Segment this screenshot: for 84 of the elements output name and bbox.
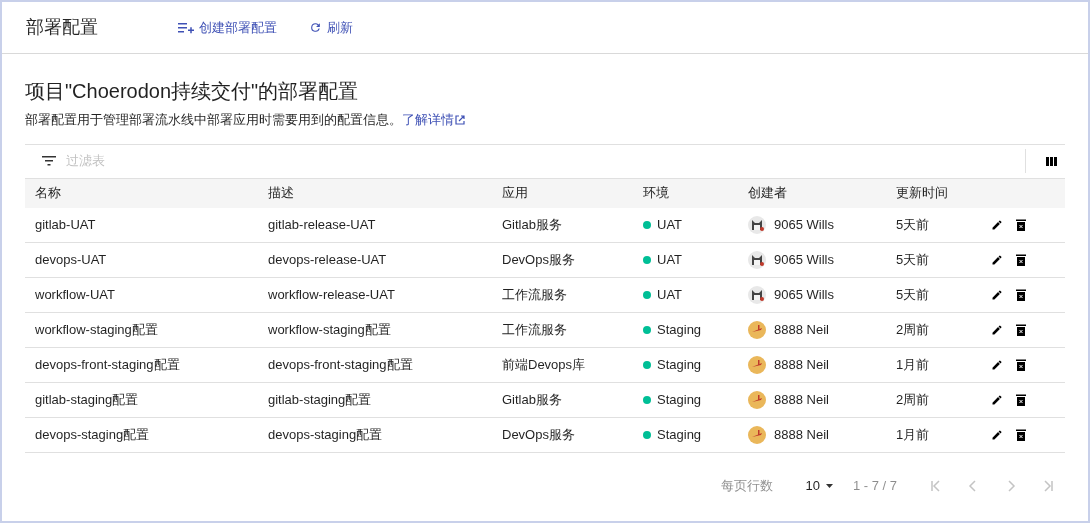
filter-icon [42, 156, 56, 166]
table-cell-text: workflow-release-UAT [267, 285, 396, 304]
table-cell-text: DevOps服务 [501, 425, 576, 444]
table-cell-text: gitlab-release-UAT [267, 215, 377, 234]
table-cell-text: 9065 Wills [774, 250, 834, 269]
column-header: 创建者 [747, 184, 788, 203]
table-cell-text: 工作流服务 [501, 285, 568, 304]
column-header: 更新时间 [895, 184, 949, 203]
refresh-icon [309, 21, 322, 34]
table-cell-text: workflow-staging配置 [34, 320, 159, 339]
table-cell-text: 8888 Neil [774, 425, 829, 444]
table-cell-text: DevOps服务 [501, 250, 576, 269]
refresh-button[interactable]: 刷新 [307, 17, 355, 38]
delete-icon[interactable] [1016, 358, 1026, 371]
table-cell-text: 5天前 [895, 285, 931, 304]
external-link-icon [455, 114, 465, 125]
description-text: 部署配置用于管理部署流水线中部署应用时需要用到的配置信息。 [25, 111, 402, 129]
table-cell-text: 5天前 [895, 215, 931, 234]
table-cell-text: Staging [657, 355, 702, 374]
create-button[interactable]: 创建部署配置 [176, 17, 279, 38]
edit-icon[interactable] [991, 218, 1003, 231]
column-header: 名称 [34, 184, 62, 203]
table-cell-text: 8888 Neil [774, 355, 829, 374]
delete-icon[interactable] [1016, 428, 1026, 441]
table-cell-text: 9065 Wills [774, 215, 834, 234]
table-cell-text: workflow-UAT [34, 285, 116, 304]
caret-icon [825, 483, 833, 488]
delete-icon[interactable] [1016, 393, 1026, 406]
edit-icon[interactable] [991, 428, 1003, 441]
table-cell-text: devops-release-UAT [267, 250, 388, 269]
table-cell-text: Gitlab服务 [501, 215, 563, 234]
page-title: 部署配置 [26, 16, 99, 39]
table-cell-text: devops-front-staging配置 [267, 355, 414, 374]
table-cell-text: 5天前 [895, 250, 931, 269]
table-cell-text: Gitlab服务 [501, 390, 563, 409]
edit-icon[interactable] [991, 393, 1003, 406]
avatar-icon [748, 390, 766, 409]
table-cell-text: gitlab-staging配置 [267, 390, 373, 409]
rows-per-page-label: 每页行数 [721, 476, 774, 495]
table-cell-text: 工作流服务 [501, 320, 568, 339]
table-cell-text: 8888 Neil [774, 390, 829, 409]
learn-more-link[interactable]: 了解详情 [402, 110, 454, 130]
edit-icon[interactable] [991, 253, 1003, 266]
table-cell-text: Staging [657, 390, 702, 409]
table-cell-text: 2周前 [895, 320, 931, 339]
table-cell-text: UAT [657, 215, 683, 234]
table-cell-text: gitlab-staging配置 [34, 390, 140, 409]
add-list-icon [178, 21, 194, 34]
edit-icon[interactable] [991, 358, 1003, 371]
avatar-icon [748, 355, 766, 374]
table-cell-text: 前端Devops库 [501, 355, 587, 374]
delete-icon[interactable] [1016, 323, 1026, 336]
table-cell-text: devops-UAT [34, 250, 108, 269]
page-range: 1 - 7 / 7 [852, 476, 897, 495]
delete-icon[interactable] [1016, 288, 1026, 301]
edit-icon[interactable] [991, 288, 1003, 301]
table-cell-text: 8888 Neil [774, 320, 829, 339]
delete-icon[interactable] [1016, 253, 1026, 266]
table-cell-text: UAT [657, 250, 683, 269]
table-cell-text: Staging [657, 320, 702, 339]
column-header: 描述 [267, 184, 295, 203]
table-cell-text: gitlab-UAT [34, 215, 97, 234]
column-header: 应用 [501, 184, 529, 203]
columns-icon[interactable] [1046, 156, 1057, 166]
column-header: 环境 [642, 184, 670, 203]
section-title: 项目"Choerodon持续交付"的部署配置 [25, 79, 360, 104]
rows-per-page-select[interactable]: 10 [805, 475, 833, 496]
edit-icon[interactable] [991, 323, 1003, 336]
avatar-icon [748, 250, 766, 269]
table-cell-text: 1月前 [895, 355, 931, 374]
avatar-icon [748, 285, 766, 304]
table-cell-text: 1月前 [895, 425, 931, 444]
avatar-icon [748, 215, 766, 234]
table-cell-text: devops-front-staging配置 [34, 355, 181, 374]
table-cell-text: workflow-staging配置 [267, 320, 392, 339]
avatar-icon [748, 425, 766, 444]
table-cell-text: devops-staging配置 [34, 425, 151, 444]
table-cell-text: Staging [657, 425, 702, 444]
avatar-icon [748, 320, 766, 339]
table-cell-text: devops-staging配置 [267, 425, 384, 444]
table-cell-text: UAT [657, 285, 683, 304]
table-cell-text: 2周前 [895, 390, 931, 409]
table-cell-text: 9065 Wills [774, 285, 834, 304]
delete-icon[interactable] [1016, 218, 1026, 231]
